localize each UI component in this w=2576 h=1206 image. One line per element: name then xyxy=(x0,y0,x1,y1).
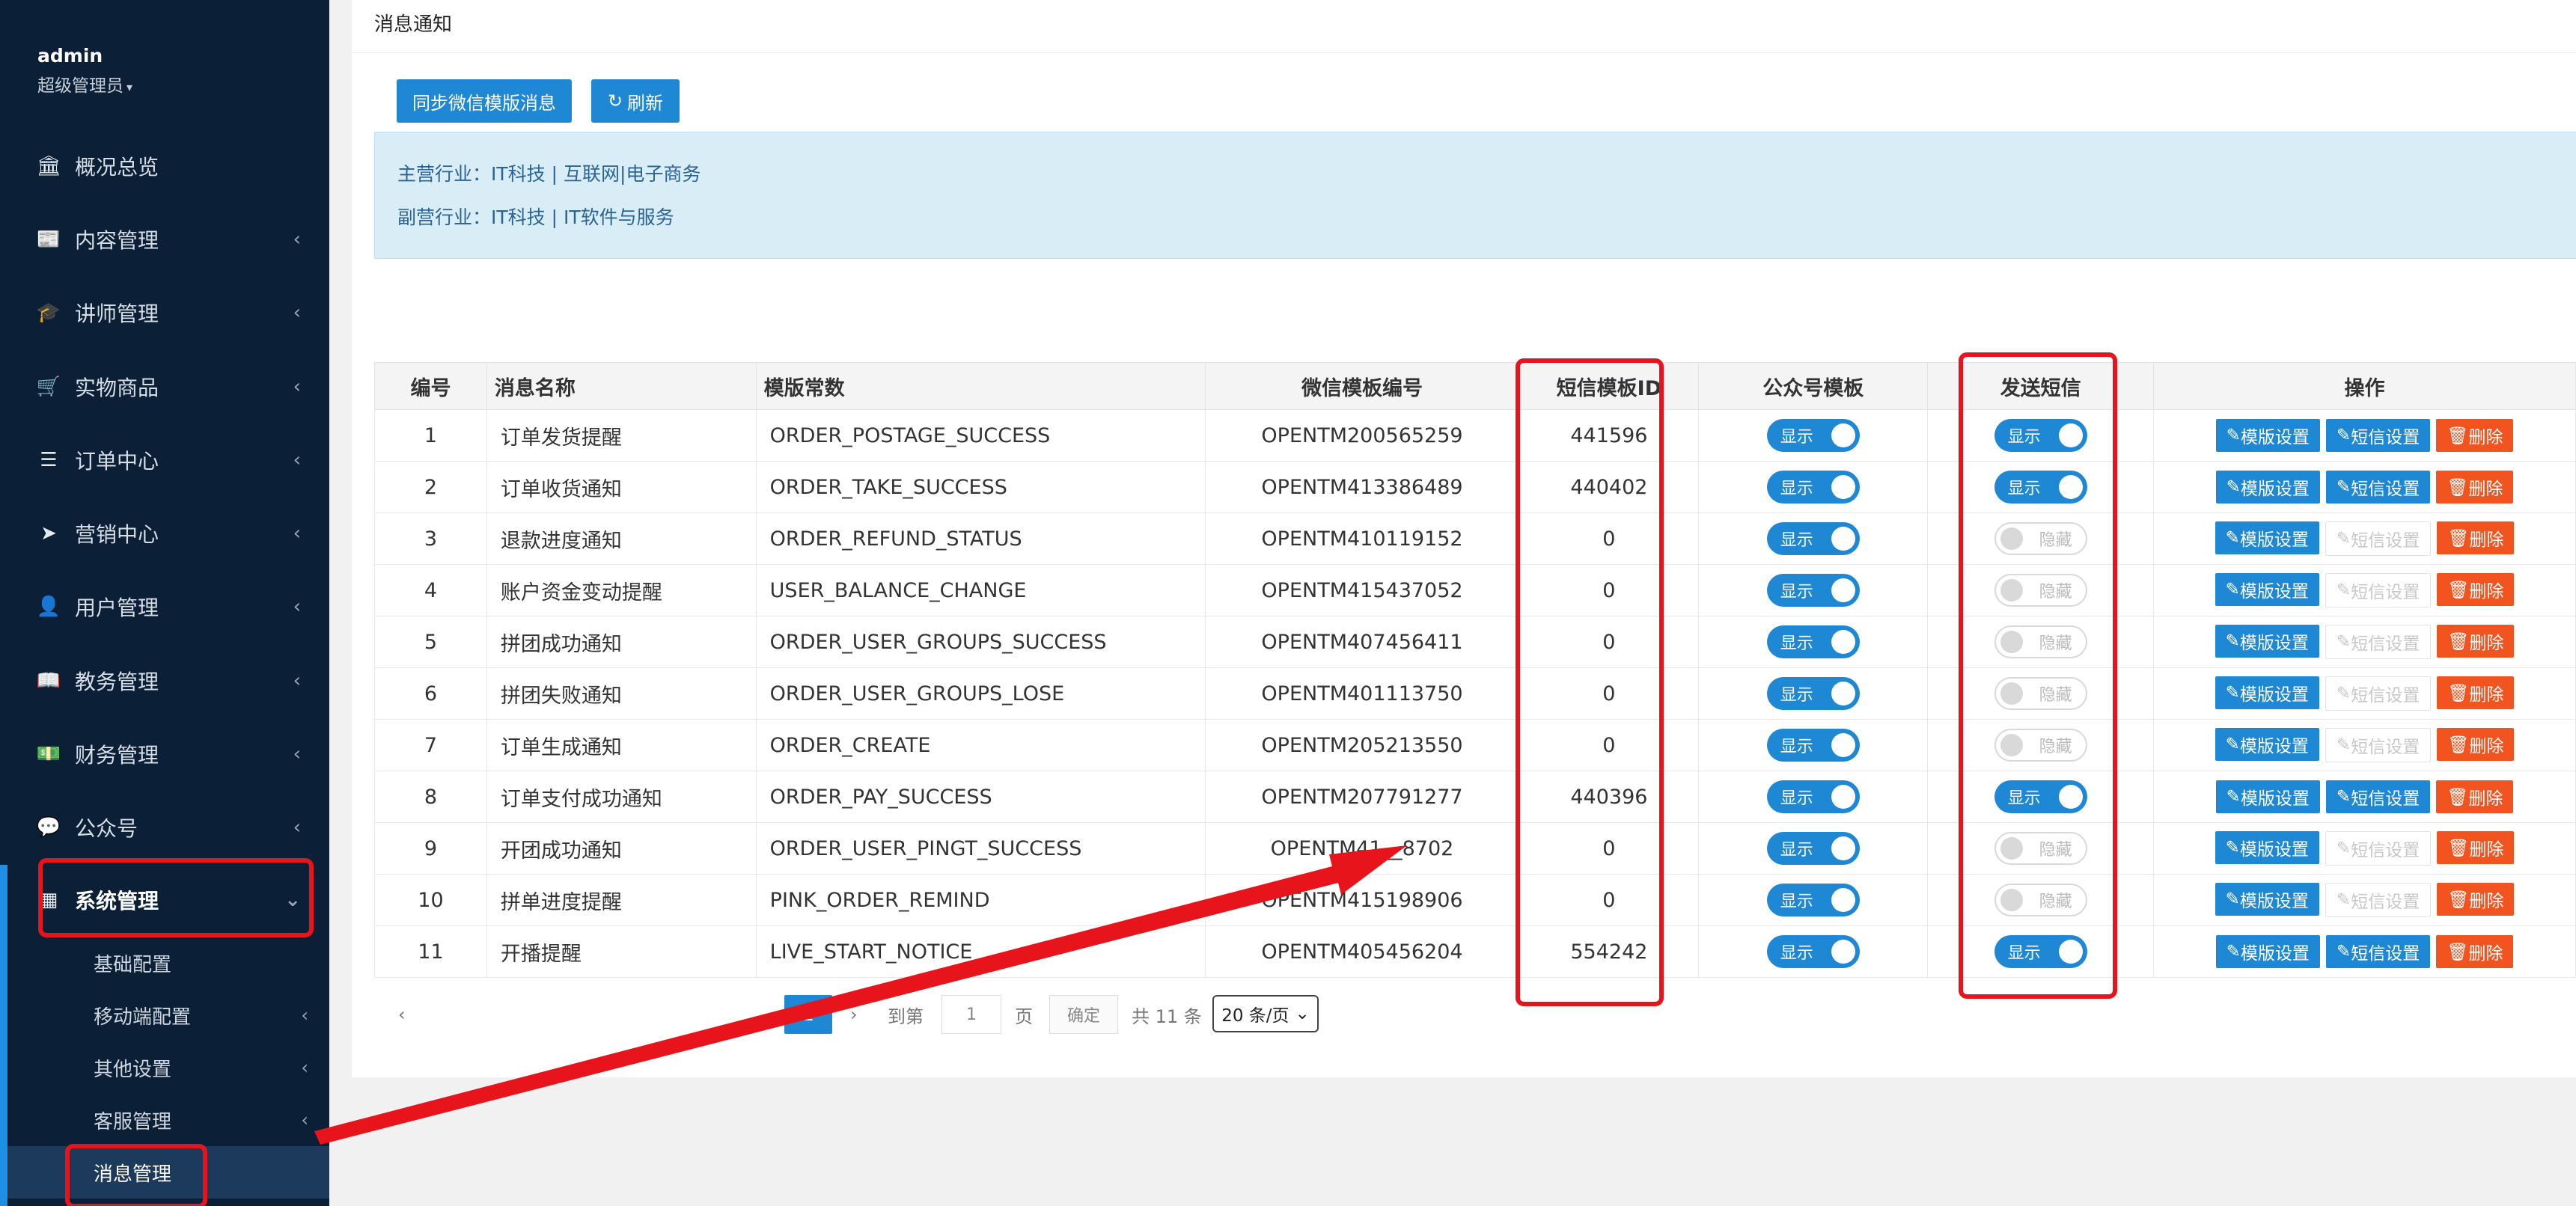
arrow-annotation xyxy=(314,845,1407,1145)
highlight-system-menu xyxy=(38,858,314,937)
highlight-message-menu xyxy=(65,1144,207,1206)
highlight-sms-id-column xyxy=(1516,358,1664,1006)
annotation-overlay xyxy=(38,352,2117,1206)
highlight-send-sms-column xyxy=(1959,352,2117,999)
